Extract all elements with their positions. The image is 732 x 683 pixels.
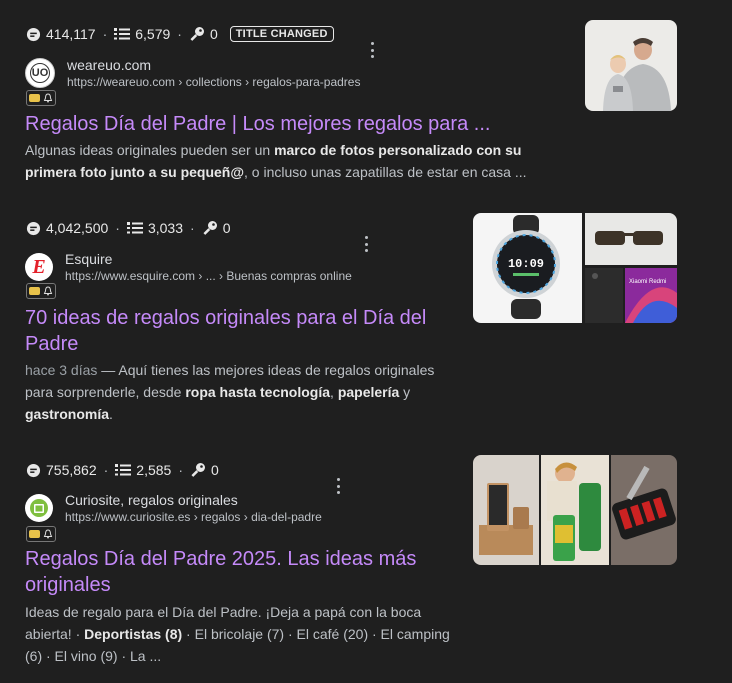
more-options-button[interactable] [337, 478, 341, 494]
bell-icon [43, 93, 53, 103]
svg-text:10:09: 10:09 [508, 257, 544, 271]
site-info[interactable]: UO weareuo.com https://weareuo.com › col… [25, 56, 360, 90]
gift-products-photos-icon [473, 455, 677, 565]
site-name: weareuo.com [67, 57, 152, 73]
gift-ideas-photos-icon: 10:09 Xiaomi Redmi [473, 213, 677, 323]
key-icon [203, 221, 217, 235]
mail-tag-icon [29, 530, 40, 538]
mail-tag-icon [29, 94, 40, 102]
result-thumbnail-collage[interactable]: 10:09 Xiaomi Redmi [473, 213, 677, 323]
result-thumbnail[interactable] [585, 20, 677, 111]
metric-keys: 0 [202, 220, 230, 236]
seo-metrics: 414,117 · 6,579 · 0 TITLE CHANGED [26, 26, 334, 42]
tag-indicators[interactable] [26, 90, 56, 106]
more-options-button[interactable] [371, 42, 375, 58]
site-info[interactable]: E Esquire https://www.esquire.com › ... … [25, 250, 352, 284]
svg-text:Xiaomi Redmi: Xiaomi Redmi [629, 279, 666, 285]
metric-keys: 0 [190, 462, 219, 478]
search-volume-icon [26, 221, 41, 235]
title-changed-badge: TITLE CHANGED [229, 26, 334, 42]
seo-metrics: 4,042,500 · 3,033 · 0 [26, 220, 230, 236]
metric-views: 755,862 [26, 462, 97, 478]
esquire-favicon-icon: E [25, 253, 53, 281]
list-icon [114, 28, 131, 40]
site-url: https://www.curiosite.es › regalos › dia… [65, 510, 322, 524]
result-title-link[interactable]: Regalos Día del Padre 2025. Las ideas má… [25, 546, 416, 598]
result-snippet: Algunas ideas originales pueden ser un m… [25, 142, 527, 180]
more-options-button[interactable] [365, 236, 369, 252]
metric-lines: 6,579 [114, 26, 170, 42]
result-snippet: Ideas de regalo para el Día del Padre. ¡… [25, 604, 450, 664]
site-name: Esquire [65, 251, 113, 267]
key-icon [191, 463, 205, 477]
search-volume-icon [26, 463, 41, 477]
metric-lines: 3,033 [126, 220, 183, 236]
seo-metrics: 755,862 · 2,585 · 0 [26, 462, 219, 478]
list-icon [115, 464, 132, 476]
result-date: hace 3 días [25, 362, 98, 378]
metric-views: 414,117 [26, 26, 96, 42]
bell-icon [43, 286, 53, 296]
tag-indicators[interactable] [26, 526, 56, 542]
metric-lines: 2,585 [115, 462, 171, 478]
tag-indicators[interactable] [26, 283, 56, 299]
result-snippet: hace 3 días — Aquí tienes las mejores id… [25, 362, 435, 422]
key-icon [190, 27, 204, 41]
bell-icon [43, 529, 53, 539]
result-thumbnail-collage[interactable] [473, 455, 677, 565]
site-info[interactable]: Curiosite, regalos originales https://ww… [25, 491, 322, 525]
metric-keys: 0 [189, 26, 218, 42]
mail-tag-icon [29, 287, 40, 295]
father-child-photo-icon [585, 20, 677, 111]
result-title-link[interactable]: Regalos Día del Padre | Los mejores rega… [25, 111, 490, 137]
site-url: https://weareuo.com › collections › rega… [67, 75, 361, 89]
weareuo-favicon-icon: UO [25, 58, 55, 88]
result-title-link[interactable]: 70 ideas de regalos originales para el D… [25, 305, 426, 357]
list-icon [126, 222, 143, 234]
search-volume-icon [26, 27, 41, 41]
site-url: https://www.esquire.com › ... › Buenas c… [65, 269, 352, 283]
site-name: Curiosite, regalos originales [65, 492, 238, 508]
curiosite-favicon-icon [25, 494, 53, 522]
metric-views: 4,042,500 [26, 220, 108, 236]
